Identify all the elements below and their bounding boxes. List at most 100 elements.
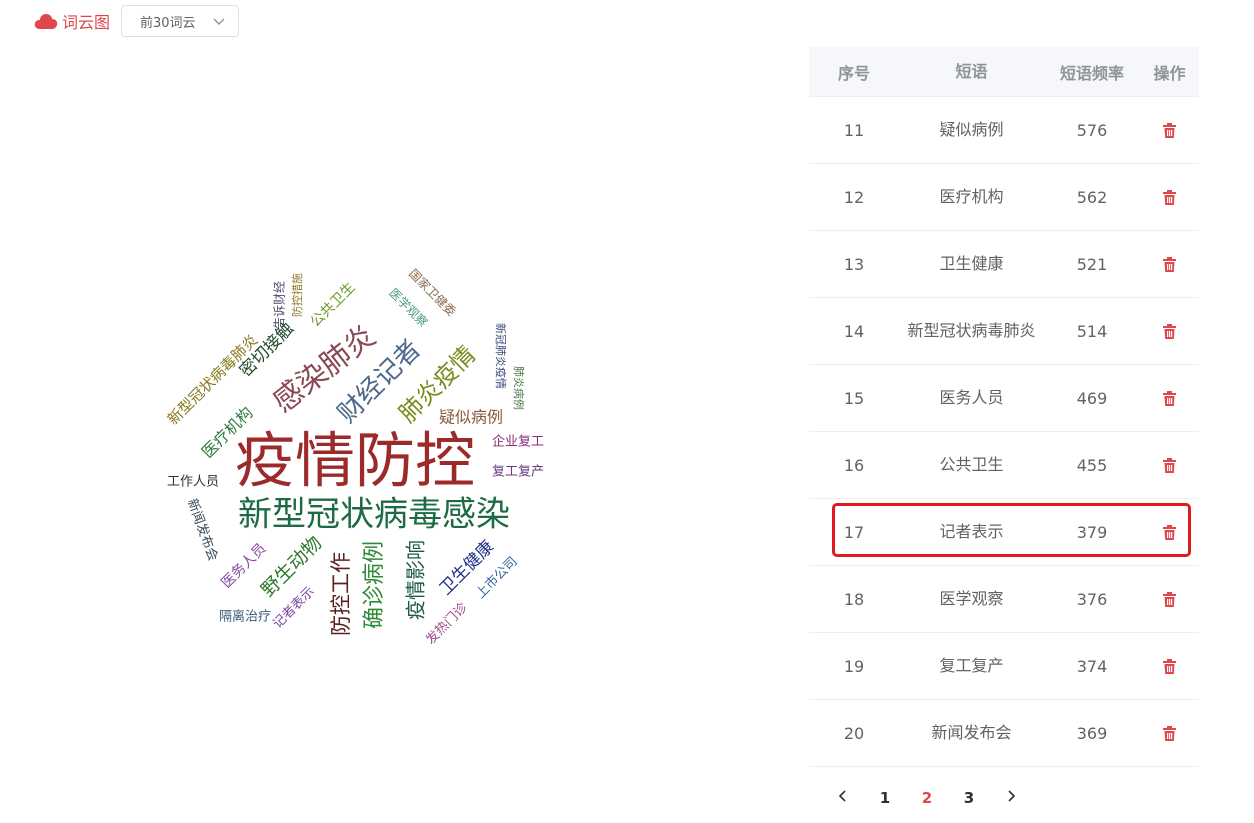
trash-icon[interactable]	[1163, 591, 1176, 607]
row-phrase: 公共卫生	[939, 455, 1004, 474]
row-phrase: 新闻发布会	[931, 723, 1012, 742]
row-index: 13	[843, 254, 865, 274]
trash-icon[interactable]	[1163, 189, 1176, 205]
cloud-icon	[34, 14, 58, 29]
row-phrase: 复工复产	[939, 656, 1004, 675]
trash-icon[interactable]	[1163, 658, 1176, 674]
row-index: 11	[843, 120, 865, 140]
row-phrase: 医学观察	[939, 589, 1004, 608]
select-value: 前30词云	[140, 15, 196, 31]
row-frequency: 376	[1076, 589, 1108, 609]
table-body: 11 疑似病例 576 12 医疗机构 562 13 卫生健康 521 14 新型冠状病毒肺炎 514…	[809, 97, 1199, 767]
row-phrase: 医务人员	[939, 388, 1004, 407]
row-index: 16	[843, 455, 865, 475]
table-row: 13 卫生健康 521	[809, 231, 1199, 298]
table-row: 15 医务人员 469	[809, 365, 1199, 432]
row-action	[1140, 591, 1199, 607]
row-index: 17	[843, 522, 865, 542]
row-action	[1140, 323, 1199, 339]
trash-icon[interactable]	[1163, 524, 1176, 540]
top-n-select[interactable]: 前30词云	[121, 5, 240, 37]
row-phrase: 新型冠状病毒肺炎	[907, 321, 1036, 340]
row-action	[1140, 725, 1199, 741]
table-row: 16 公共卫生 455	[809, 432, 1199, 499]
row-frequency: 374	[1076, 656, 1108, 676]
word-cloud: 疫情防控 新型冠状病毒感染 感染肺炎 财经记者 肺炎疫情 确诊病例 防控工作 疫情影响 野生动物…	[150, 250, 570, 670]
row-frequency: 562	[1076, 187, 1108, 207]
cloud-word: 疫情防控	[235, 427, 475, 497]
cloud-word: 防控工作	[329, 552, 353, 636]
row-index: 12	[843, 187, 865, 207]
table-row: 11 疑似病例 576	[809, 97, 1199, 164]
phrase-table: 序号 短语 短语频率 操作 11 疑似病例 576 12 医疗机构 562 13 卫生健康 52…	[809, 47, 1199, 767]
prev-page-button[interactable]	[822, 789, 864, 807]
trash-icon[interactable]	[1163, 122, 1176, 138]
cloud-word: 疑似病例	[439, 408, 503, 427]
header-index: 序号	[837, 63, 870, 83]
row-phrase: 疑似病例	[939, 120, 1004, 139]
row-frequency: 576	[1076, 120, 1108, 140]
row-index: 15	[843, 388, 865, 408]
row-action	[1140, 256, 1199, 272]
table-row: 18 医学观察 376	[809, 566, 1199, 633]
row-index: 20	[843, 723, 865, 743]
row-frequency: 469	[1076, 388, 1108, 408]
cloud-word: 肺炎病例	[512, 366, 526, 410]
word-cloud-canvas: 疫情防控新型冠状病毒感染感染肺炎财经记者肺炎疫情确诊病例防控工作 疫情影响野生动物…	[164, 266, 544, 648]
row-action	[1140, 658, 1199, 674]
next-page-button[interactable]	[990, 789, 1032, 807]
row-action	[1140, 390, 1199, 406]
header-action: 操作	[1153, 63, 1186, 83]
table-row: 14 新型冠状病毒肺炎 514	[809, 298, 1199, 365]
cloud-word: 公共卫生	[308, 280, 359, 331]
row-frequency: 379	[1076, 522, 1108, 542]
cloud-word: 告诉财经	[273, 281, 287, 329]
row-frequency: 514	[1076, 321, 1108, 341]
row-frequency: 455	[1076, 455, 1108, 475]
trash-icon[interactable]	[1163, 256, 1176, 272]
row-phrase: 卫生健康	[939, 254, 1004, 273]
cloud-word: 野生动物	[257, 532, 326, 601]
table-row: 19 复工复产 374	[809, 633, 1199, 700]
table-row: 20 新闻发布会 369	[809, 700, 1199, 767]
row-action	[1140, 189, 1199, 205]
trash-icon[interactable]	[1163, 390, 1176, 406]
header-frequency: 短语频率	[1059, 63, 1124, 83]
row-action	[1140, 457, 1199, 473]
trash-icon[interactable]	[1163, 323, 1176, 339]
title-text: 词云图	[62, 13, 111, 32]
chevron-right-icon	[1008, 790, 1016, 802]
trash-icon[interactable]	[1163, 725, 1176, 741]
row-action	[1140, 524, 1199, 540]
chevron-left-icon	[838, 790, 846, 802]
row-phrase: 医疗机构	[939, 187, 1004, 206]
cloud-word: 企业复工	[492, 434, 544, 450]
header-phrase: 短语	[955, 61, 988, 81]
page-2-button[interactable]: 2	[906, 789, 948, 807]
wordcloud-title: 词云图	[34, 9, 110, 33]
header: 词云图 前30词云	[34, 4, 240, 38]
cloud-word: 工作人员	[167, 475, 219, 490]
page-1-button[interactable]: 1	[864, 789, 906, 807]
page-3-button[interactable]: 3	[948, 789, 990, 807]
chevron-down-icon	[213, 18, 225, 25]
row-index: 14	[843, 321, 865, 341]
row-action	[1140, 122, 1199, 138]
row-index: 18	[843, 589, 865, 609]
row-frequency: 521	[1076, 254, 1108, 274]
cloud-word: 疫情影响	[404, 540, 428, 620]
pagination: 1 2 3	[822, 785, 1032, 811]
table-header: 序号 短语 短语频率 操作	[809, 47, 1199, 97]
cloud-word: 新闻发布会	[184, 497, 221, 564]
trash-icon[interactable]	[1163, 457, 1176, 473]
cloud-word: 确诊病例	[362, 541, 387, 629]
row-phrase: 记者表示	[939, 522, 1004, 541]
row-index: 19	[843, 656, 865, 676]
cloud-word: 新型冠状病毒感染	[238, 495, 510, 535]
row-frequency: 369	[1076, 723, 1108, 743]
cloud-word: 防控措施	[290, 273, 304, 317]
table-row: 17 记者表示 379	[809, 499, 1199, 566]
cloud-word: 复工复产	[492, 465, 544, 480]
table-row: 12 医疗机构 562	[809, 164, 1199, 231]
cloud-word: 新冠肺炎疫情	[494, 323, 508, 389]
